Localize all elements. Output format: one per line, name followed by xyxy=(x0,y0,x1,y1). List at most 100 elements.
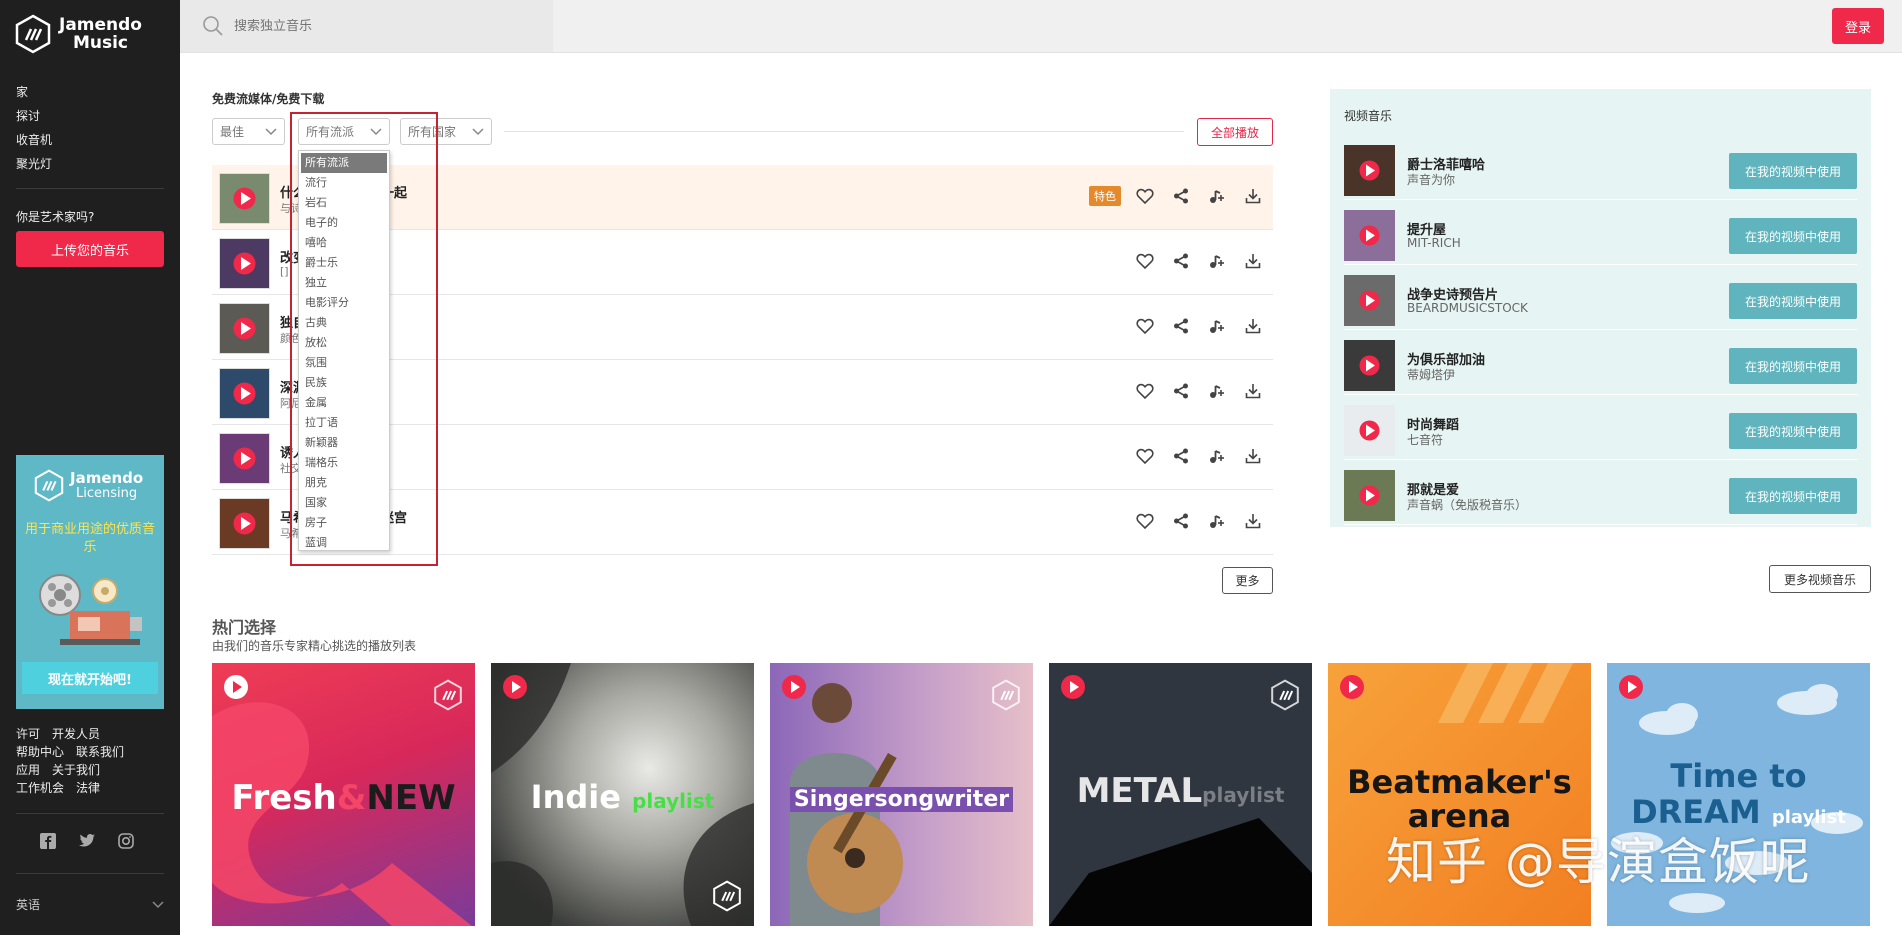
play-icon[interactable] xyxy=(220,239,269,288)
search-bar[interactable] xyxy=(180,0,553,52)
genre-option[interactable]: 氛围 xyxy=(299,353,389,373)
add-to-playlist-icon[interactable] xyxy=(1207,186,1227,206)
share-icon[interactable] xyxy=(1171,316,1191,336)
heart-icon[interactable] xyxy=(1135,446,1155,466)
play-button[interactable] xyxy=(1340,675,1364,699)
search-input[interactable] xyxy=(234,18,534,34)
heart-icon[interactable] xyxy=(1135,381,1155,401)
use-in-video-button[interactable]: 在我的视频中使用 xyxy=(1729,478,1857,514)
login-button[interactable]: 登录 xyxy=(1832,8,1884,44)
facebook-icon[interactable] xyxy=(40,833,56,849)
more-video-music-button[interactable]: 更多视频音乐 xyxy=(1769,565,1871,593)
genre-dropdown-list[interactable]: 所有流派 流行 岩石 电子的 嘻哈 爵士乐 独立 电影评分 古典 放松 氛围 民族 金属 拉丁语 新颖器 瑞格… xyxy=(298,150,390,551)
play-button[interactable] xyxy=(224,675,248,699)
footer-link-legal[interactable]: 法律 xyxy=(76,779,100,797)
add-to-playlist-icon[interactable] xyxy=(1207,251,1227,271)
play-button[interactable] xyxy=(782,675,806,699)
playlist-card-metal[interactable]: METALplaylist xyxy=(1049,663,1312,926)
footer-link-about[interactable]: 关于我们 xyxy=(52,761,100,779)
share-icon[interactable] xyxy=(1171,251,1191,271)
play-button[interactable] xyxy=(503,675,527,699)
jamendo-logo[interactable]: Jamendo Music xyxy=(15,14,142,54)
video-music-cover[interactable] xyxy=(1344,275,1395,326)
nav-home[interactable]: 家 xyxy=(16,80,52,104)
track-cover[interactable] xyxy=(220,434,269,483)
video-music-cover[interactable] xyxy=(1344,340,1395,391)
video-music-cover[interactable] xyxy=(1344,405,1395,456)
download-icon[interactable] xyxy=(1243,186,1263,206)
download-icon[interactable] xyxy=(1243,251,1263,271)
genre-option[interactable]: 新颖器 xyxy=(299,433,389,453)
genre-option[interactable]: 所有流派 xyxy=(301,153,387,173)
track-cover[interactable] xyxy=(220,499,269,548)
play-icon[interactable] xyxy=(1344,145,1395,196)
genre-option[interactable]: 古典 xyxy=(299,313,389,333)
playlist-card-indie[interactable]: Indie playlist xyxy=(491,663,754,926)
video-music-cover[interactable] xyxy=(1344,210,1395,261)
genre-option[interactable]: 房子 xyxy=(299,513,389,533)
genre-option[interactable]: 金属 xyxy=(299,393,389,413)
country-select[interactable]: 所有国家 xyxy=(400,118,492,145)
footer-link-jobs[interactable]: 工作机会 xyxy=(16,779,64,797)
share-icon[interactable] xyxy=(1171,511,1191,531)
play-icon[interactable] xyxy=(1344,210,1395,261)
language-select[interactable]: 英语 xyxy=(16,896,164,913)
genre-option[interactable]: 国家 xyxy=(299,493,389,513)
add-to-playlist-icon[interactable] xyxy=(1207,316,1227,336)
play-icon[interactable] xyxy=(220,499,269,548)
genre-option[interactable]: 流行 xyxy=(299,173,389,193)
upload-music-button[interactable]: 上传您的音乐 xyxy=(16,231,164,267)
footer-link-help[interactable]: 帮助中心 xyxy=(16,743,64,761)
play-icon[interactable] xyxy=(1344,405,1395,456)
video-music-artist[interactable]: 声音蜗（免版税音乐） xyxy=(1407,496,1527,513)
track-cover[interactable] xyxy=(220,174,269,223)
use-in-video-button[interactable]: 在我的视频中使用 xyxy=(1729,153,1857,189)
track-cover[interactable] xyxy=(220,304,269,353)
video-music-artist[interactable]: BEARDMUSICSTOCK xyxy=(1407,301,1528,315)
play-icon[interactable] xyxy=(1344,275,1395,326)
nav-explore[interactable]: 探讨 xyxy=(16,104,52,128)
nav-spotlight[interactable]: 聚光灯 xyxy=(16,152,52,176)
video-music-artist[interactable]: 声音为你 xyxy=(1407,171,1455,188)
play-icon[interactable] xyxy=(220,174,269,223)
play-icon[interactable] xyxy=(1344,470,1395,521)
share-icon[interactable] xyxy=(1171,446,1191,466)
track-artist[interactable]: [] xyxy=(280,265,289,278)
heart-icon[interactable] xyxy=(1135,251,1155,271)
footer-link-developers[interactable]: 开发人员 xyxy=(52,725,100,743)
footer-link-contact[interactable]: 联系我们 xyxy=(76,743,124,761)
genre-option[interactable]: 瑞格乐 xyxy=(299,453,389,473)
use-in-video-button[interactable]: 在我的视频中使用 xyxy=(1729,218,1857,254)
add-to-playlist-icon[interactable] xyxy=(1207,381,1227,401)
genre-option[interactable]: 嘻哈 xyxy=(299,233,389,253)
footer-link-license[interactable]: 许可 xyxy=(16,725,40,743)
heart-icon[interactable] xyxy=(1135,511,1155,531)
licensing-banner[interactable]: Jamendo Licensing 用于商业用途的优质音乐 现在就开始吧! xyxy=(16,455,164,709)
track-cover[interactable] xyxy=(220,369,269,418)
use-in-video-button[interactable]: 在我的视频中使用 xyxy=(1729,348,1857,384)
genre-option[interactable]: 朋克 xyxy=(299,473,389,493)
genre-option[interactable]: 放松 xyxy=(299,333,389,353)
more-tracks-button[interactable]: 更多 xyxy=(1222,567,1273,594)
video-music-artist[interactable]: 蒂姆塔伊 xyxy=(1407,366,1455,383)
video-music-cover[interactable] xyxy=(1344,470,1395,521)
play-button[interactable] xyxy=(1061,675,1085,699)
nav-radio[interactable]: 收音机 xyxy=(16,128,52,152)
genre-option[interactable]: 蓝调 xyxy=(299,533,389,553)
genre-option[interactable]: 电子的 xyxy=(299,213,389,233)
share-icon[interactable] xyxy=(1171,186,1191,206)
heart-icon[interactable] xyxy=(1135,316,1155,336)
genre-option[interactable]: 民族 xyxy=(299,373,389,393)
genre-option[interactable]: 爵士乐 xyxy=(299,253,389,273)
play-button[interactable] xyxy=(1619,675,1643,699)
add-to-playlist-icon[interactable] xyxy=(1207,446,1227,466)
video-music-artist[interactable]: MIT-RICH xyxy=(1407,236,1461,250)
video-music-cover[interactable] xyxy=(1344,145,1395,196)
download-icon[interactable] xyxy=(1243,511,1263,531)
download-icon[interactable] xyxy=(1243,316,1263,336)
video-music-artist[interactable]: 七音符 xyxy=(1407,431,1443,448)
track-cover[interactable] xyxy=(220,239,269,288)
playlist-card-fresh-new[interactable]: Fresh&NEW xyxy=(212,663,475,926)
use-in-video-button[interactable]: 在我的视频中使用 xyxy=(1729,413,1857,449)
sort-select[interactable]: 最佳 xyxy=(212,118,285,145)
